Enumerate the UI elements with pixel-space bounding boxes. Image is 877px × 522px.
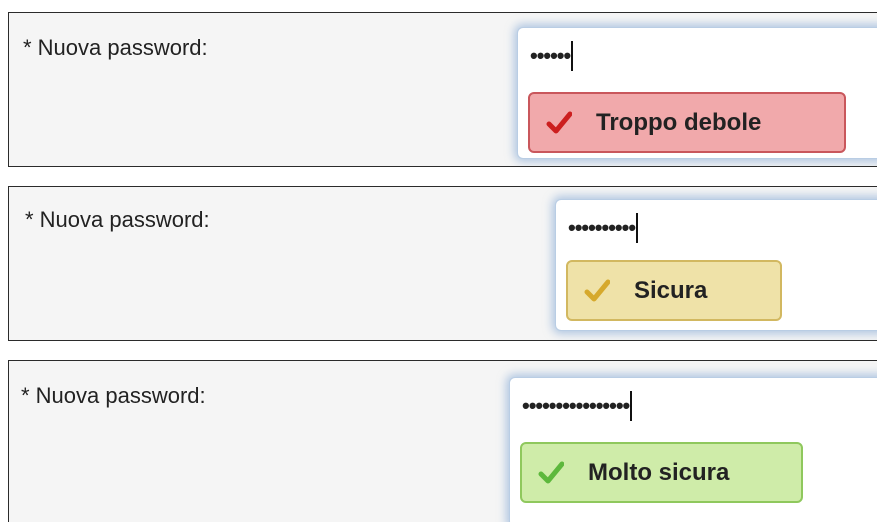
check-icon (584, 279, 610, 301)
new-password-input[interactable]: •••••••••• Sicura (555, 199, 877, 331)
strength-label: Sicura (634, 276, 708, 304)
new-password-input[interactable]: •••••• Troppo debole (517, 27, 877, 159)
check-icon (538, 461, 564, 483)
check-icon (546, 111, 572, 133)
password-mask: •••••••••• (568, 215, 636, 240)
password-value: •••••••••••••••• (522, 391, 633, 421)
password-mask: •••••• (530, 43, 571, 68)
password-value: •••••• (530, 41, 574, 71)
check-mark (538, 461, 564, 483)
text-caret (630, 391, 633, 421)
password-mask: •••••••••••••••• (522, 393, 630, 418)
new-password-label: * Nuova password: (21, 383, 206, 408)
new-password-input[interactable]: •••••••••••••••• Molto sicura (509, 377, 877, 522)
password-value: •••••••••• (568, 213, 639, 243)
strength-label: Troppo debole (596, 108, 762, 136)
password-row-1: * Nuova password: •••••• Troppo debole (8, 12, 877, 167)
strength-badge-strong: Sicura (566, 260, 782, 321)
strength-badge-weak: Troppo debole (528, 92, 846, 153)
check-mark (584, 279, 610, 301)
strength-badge-very-strong: Molto sicura (520, 442, 803, 503)
text-caret (571, 41, 574, 71)
password-row-3: * Nuova password: •••••••••••••••• Molto… (8, 360, 877, 522)
new-password-label: * Nuova password: (23, 35, 208, 60)
strength-label: Molto sicura (588, 458, 730, 486)
new-password-label: * Nuova password: (25, 207, 210, 232)
check-mark (546, 111, 572, 133)
text-caret (636, 213, 639, 243)
password-row-2: * Nuova password: •••••••••• Sicura (8, 186, 877, 341)
